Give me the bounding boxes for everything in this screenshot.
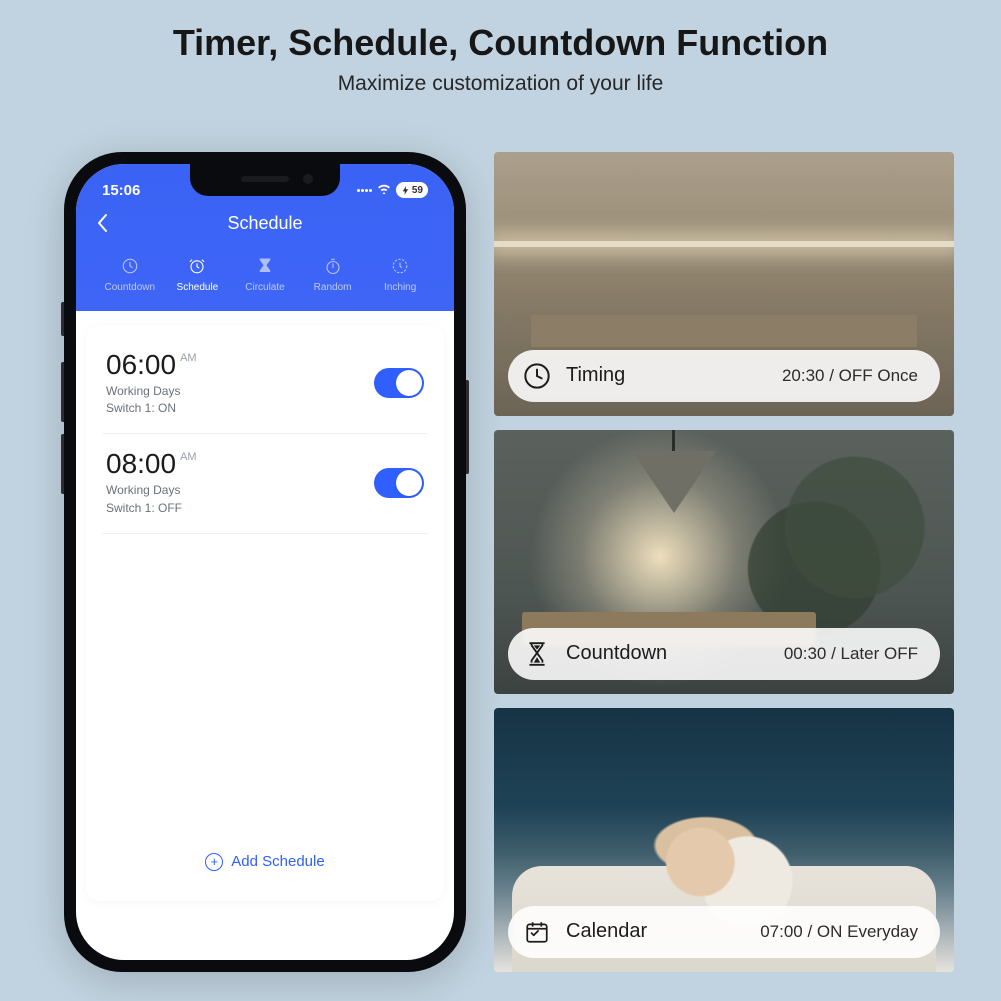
scene-pill: Timing 20:30 / OFF Once (508, 350, 940, 402)
add-schedule-button[interactable]: + Add Schedule (86, 831, 444, 901)
page-subtitle: Maximize customization of your life (0, 72, 1001, 96)
clock-icon (121, 256, 139, 276)
schedule-days: Working Days (106, 482, 197, 499)
schedule-ampm: AM (180, 352, 197, 364)
schedule-action: Switch 1: OFF (106, 500, 197, 517)
page-title: Timer, Schedule, Countdown Function (0, 22, 1001, 64)
calendar-icon (522, 919, 552, 945)
plus-icon: + (205, 853, 223, 871)
scene-title: Countdown (566, 642, 667, 665)
stopwatch-icon (324, 256, 342, 276)
tab-countdown[interactable]: Countdown (96, 256, 164, 293)
hourglass-icon (257, 256, 273, 276)
screen-title: Schedule (227, 213, 302, 234)
phone-side-button (61, 302, 64, 336)
scene-pill: Calendar 07:00 / ON Everyday (508, 906, 940, 958)
wifi-icon (377, 183, 391, 197)
scene-title: Timing (566, 364, 625, 387)
alarm-clock-icon (188, 256, 206, 276)
scene-calendar: Calendar 07:00 / ON Everyday (494, 708, 954, 972)
schedule-ampm: AM (180, 451, 197, 463)
tab-random[interactable]: Random (299, 256, 367, 293)
schedule-toggle[interactable] (374, 368, 424, 398)
schedule-card: 06:00 AM Working Days Switch 1: ON (86, 325, 444, 901)
tab-inching[interactable]: Inching (366, 256, 434, 293)
schedule-time: 06:00 (106, 349, 176, 381)
signal-icon (357, 189, 372, 192)
phone-mockup: 15:06 59 (64, 152, 466, 972)
scene-timing: Timing 20:30 / OFF Once (494, 152, 954, 416)
scene-pill: Countdown 00:30 / Later OFF (508, 628, 940, 680)
tab-bar: Countdown Schedule Circula (94, 254, 436, 293)
phone-notch (190, 164, 340, 196)
phone-side-button (61, 362, 64, 422)
phone-screen: 15:06 59 (76, 164, 454, 960)
schedule-toggle[interactable] (374, 468, 424, 498)
scene-countdown: Countdown 00:30 / Later OFF (494, 430, 954, 694)
schedule-time: 08:00 (106, 448, 176, 480)
phone-side-button (61, 434, 64, 494)
phone-side-button (466, 380, 469, 474)
back-button[interactable] (96, 213, 110, 238)
schedule-item[interactable]: 08:00 AM Working Days Switch 1: OFF (102, 434, 428, 534)
status-indicators: 59 (357, 182, 428, 198)
scene-value: 20:30 / OFF Once (782, 366, 918, 386)
scene-value: 00:30 / Later OFF (784, 644, 918, 664)
status-time: 15:06 (102, 182, 140, 199)
dashed-clock-icon (391, 256, 409, 276)
schedule-item[interactable]: 06:00 AM Working Days Switch 1: ON (102, 335, 428, 435)
schedule-days: Working Days (106, 383, 197, 400)
tab-schedule[interactable]: Schedule (164, 256, 232, 293)
tab-circulate[interactable]: Circulate (231, 256, 299, 293)
scene-value: 07:00 / ON Everyday (760, 922, 918, 942)
scene-title: Calendar (566, 920, 647, 943)
hourglass-icon (522, 641, 552, 667)
battery-indicator: 59 (396, 182, 428, 198)
schedule-action: Switch 1: ON (106, 400, 197, 417)
scene-column: Timing 20:30 / OFF Once Countdown 00:30 … (494, 152, 954, 972)
clock-circle-icon (522, 362, 552, 390)
